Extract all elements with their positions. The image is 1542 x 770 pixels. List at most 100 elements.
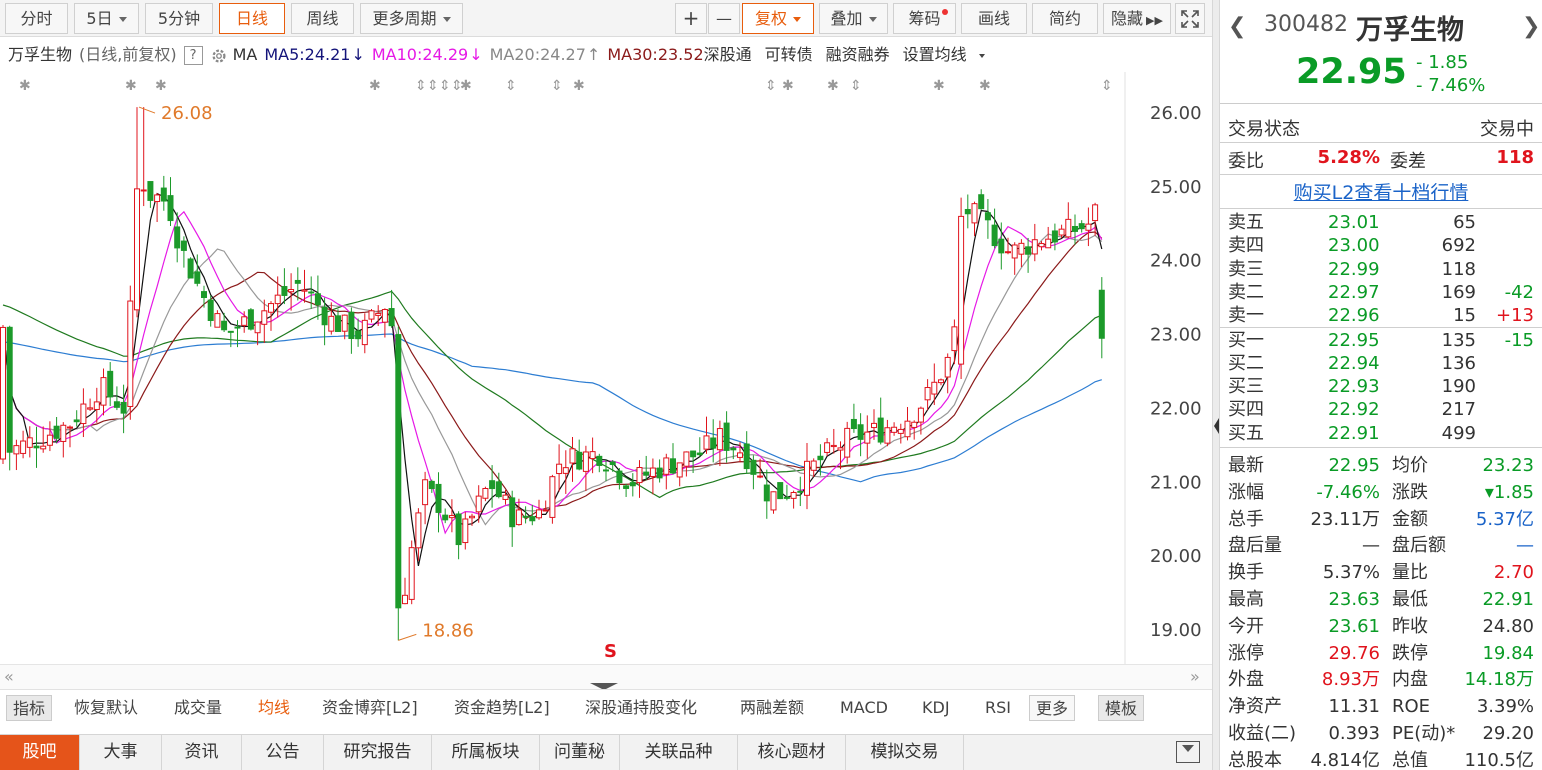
event-marker-icon[interactable]: ⇕	[439, 78, 451, 94]
event-marker-icon[interactable]: ⇕	[415, 78, 427, 94]
event-marker-icon[interactable]: ✱	[125, 78, 137, 94]
tab-daily[interactable]: 日线	[219, 3, 285, 34]
collapse-arrow-icon[interactable]	[1214, 418, 1219, 434]
next-stock-icon[interactable]: ❯	[1522, 14, 1540, 39]
indicator-tab-1[interactable]: 恢复默认	[74, 695, 138, 721]
link-convertible-bond[interactable]: 可转债	[765, 45, 813, 64]
bottom-tab-0[interactable]: 股吧	[0, 735, 80, 770]
scroll-left-icon[interactable]: «	[4, 667, 14, 686]
event-marker-icon[interactable]: ✱	[369, 78, 381, 94]
zoom-out-button[interactable]: —	[708, 3, 740, 34]
simple-mode-button[interactable]: 简约	[1032, 3, 1098, 34]
bottom-tab-3[interactable]: 公告	[242, 735, 324, 770]
draw-line-button[interactable]: 画线	[961, 3, 1027, 34]
event-marker-icon[interactable]: ⇕	[551, 78, 563, 94]
link-shenzhen-connect[interactable]: 深股通	[704, 45, 752, 64]
hide-button[interactable]: 隐藏 ▶▶	[1103, 3, 1171, 34]
ask-row[interactable]: 卖四 23.00 692	[1220, 235, 1542, 257]
restore-rights-button[interactable]: 复权	[742, 3, 814, 34]
prev-stock-icon[interactable]: ❮	[1228, 14, 1246, 39]
gear-icon[interactable]	[210, 47, 228, 65]
candle-body	[381, 309, 388, 323]
indicator-tab-11[interactable]: 更多	[1029, 695, 1076, 721]
stat-label: 涨停	[1228, 642, 1264, 664]
bottom-tab-2[interactable]: 资讯	[162, 735, 242, 770]
ask-row[interactable]: 卖五 23.01 65	[1220, 212, 1542, 234]
chips-button[interactable]: 筹码	[893, 3, 956, 34]
bid-row[interactable]: 买五 22.91 499	[1220, 423, 1542, 445]
overlay-button[interactable]: 叠加	[819, 3, 888, 34]
button-label: 叠加	[830, 9, 863, 28]
event-marker-icon[interactable]: ⇕	[1101, 78, 1113, 94]
help-button[interactable]: ?	[183, 46, 203, 65]
ask-row[interactable]: 卖二 22.97 169 -42	[1220, 282, 1542, 304]
tab-weekly[interactable]: 周线	[291, 3, 354, 34]
tab-5day[interactable]: 5日	[74, 3, 139, 34]
stat-row: 净资产 11.31 ROE 3.39%	[1220, 694, 1542, 720]
chart-scrollbar[interactable]: « »	[0, 664, 1212, 690]
bottom-tab-9[interactable]: 模拟交易	[846, 735, 964, 770]
indicator-tab-4[interactable]: 资金博弈[L2]	[322, 695, 418, 721]
indicator-tab-5[interactable]: 资金趋势[L2]	[454, 695, 550, 721]
bottom-tab-7[interactable]: 关联品种	[620, 735, 738, 770]
event-marker-icon[interactable]: ⇕	[427, 78, 439, 94]
bid-row[interactable]: 买一 22.95 135 -15	[1220, 330, 1542, 352]
candle-body	[850, 418, 857, 430]
indicator-tab-10[interactable]: RSI	[985, 695, 1011, 721]
fullscreen-button[interactable]	[1175, 3, 1205, 34]
indicator-tab-7[interactable]: 两融差额	[740, 695, 804, 721]
candle-body	[536, 509, 542, 519]
candle-body	[844, 427, 851, 458]
event-marker-icon[interactable]: ✱	[573, 78, 585, 94]
candle-body	[998, 238, 1005, 254]
candle-body	[663, 457, 670, 475]
tab-intraday[interactable]: 分时	[5, 3, 68, 34]
indicator-tab-3[interactable]: 均线	[258, 695, 290, 721]
bottom-tab-5[interactable]: 所属板块	[432, 735, 540, 770]
candlestick-chart[interactable]: 26.00 25.00 24.00 23.00 22.00 21.00 20.00 19.00…	[0, 72, 1212, 664]
indicator-tab-0[interactable]: 指标	[6, 695, 53, 721]
status-value: 交易中	[1480, 119, 1534, 140]
event-marker-icon[interactable]: ✱	[19, 78, 31, 94]
event-marker-icon[interactable]: ⇕	[505, 78, 517, 94]
indicator-tab-6[interactable]: 深股通持股变化	[585, 695, 697, 721]
event-marker-icon[interactable]: ✱	[155, 78, 167, 94]
bid-row[interactable]: 买二 22.94 136	[1220, 353, 1542, 375]
candle-body	[636, 467, 643, 484]
tab-5min[interactable]: 5分钟	[145, 3, 213, 34]
bottom-tab-8[interactable]: 核心题材	[738, 735, 846, 770]
event-marker-icon[interactable]: ✱	[827, 78, 839, 94]
bid-row[interactable]: 买三 22.93 190	[1220, 376, 1542, 398]
event-marker-icon[interactable]: ⇕	[850, 78, 862, 94]
indicator-tab-12[interactable]: 模板	[1098, 695, 1145, 721]
set-ma-button[interactable]: 设置均线	[903, 45, 992, 64]
ask-row[interactable]: 卖三 22.99 118	[1220, 259, 1542, 281]
download-icon[interactable]	[1176, 741, 1200, 763]
event-marker-icon[interactable]: ⇕	[765, 78, 777, 94]
y-tick-label: 21.00	[1150, 472, 1202, 493]
bottom-tab-1[interactable]: 大事	[80, 735, 162, 770]
candle-body	[368, 310, 375, 320]
l2-purchase-link[interactable]: 购买L2查看十档行情	[1220, 178, 1542, 205]
ask-row[interactable]: 卖一 22.96 15 +13	[1220, 305, 1542, 327]
indicator-tab-9[interactable]: KDJ	[922, 695, 950, 721]
candle-body	[502, 494, 509, 500]
event-marker-icon[interactable]: ✱	[782, 78, 794, 94]
s-marker-icon[interactable]: S	[604, 641, 617, 662]
link-margin-trading[interactable]: 融资融券	[826, 45, 890, 64]
event-marker-icon[interactable]: ✱	[933, 78, 945, 94]
bid-row[interactable]: 买四 22.92 217	[1220, 399, 1542, 421]
panel-splitter[interactable]	[1212, 0, 1220, 770]
scroll-right-icon[interactable]: »	[1190, 667, 1200, 686]
down-arrow-icon: ↓	[469, 45, 483, 64]
indicator-tab-8[interactable]: MACD	[840, 695, 888, 721]
indicator-tab-2[interactable]: 成交量	[174, 695, 222, 721]
event-marker-icon[interactable]: ✱	[979, 78, 991, 94]
level-price: 22.92	[1328, 399, 1380, 421]
candle-body	[690, 450, 697, 458]
tab-more-periods[interactable]: 更多周期	[360, 3, 463, 34]
event-marker-icon[interactable]: ✱	[460, 78, 472, 94]
zoom-in-button[interactable]: +	[675, 3, 707, 34]
bottom-tab-6[interactable]: 问董秘	[540, 735, 620, 770]
bottom-tab-4[interactable]: 研究报告	[324, 735, 432, 770]
